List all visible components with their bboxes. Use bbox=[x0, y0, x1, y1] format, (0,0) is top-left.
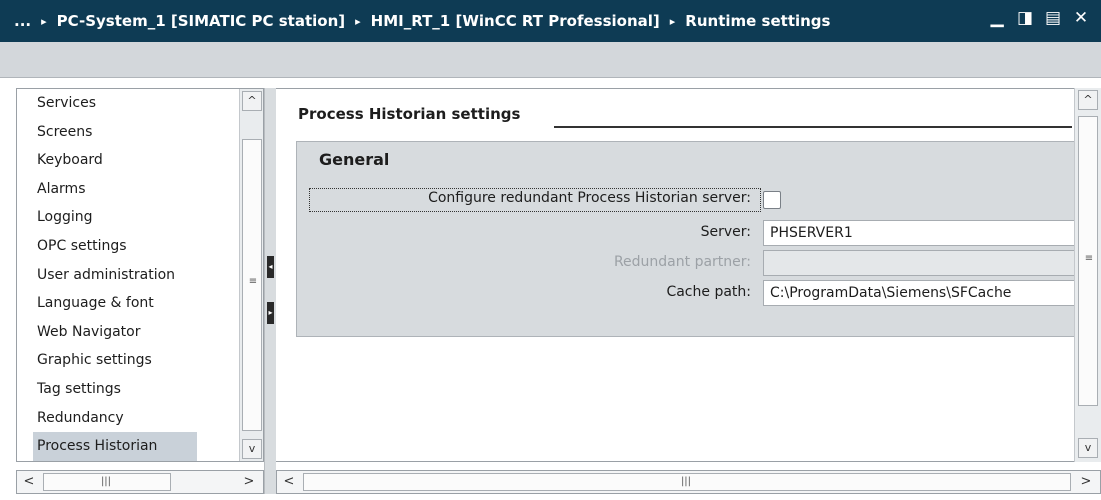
scroll-down-icon[interactable]: v bbox=[1078, 438, 1098, 458]
nav-item-alarms[interactable]: Alarms bbox=[17, 175, 239, 204]
server-field[interactable]: PHSERVER1 bbox=[763, 220, 1075, 246]
collapse-left-icon[interactable]: ◂ bbox=[267, 256, 274, 278]
grip-icon: ≡ bbox=[248, 276, 258, 287]
grip-icon: ||| bbox=[100, 476, 112, 487]
scroll-thumb[interactable]: ≡ bbox=[242, 139, 262, 431]
nav-item-graphic-settings[interactable]: Graphic settings bbox=[17, 346, 239, 375]
minimize-icon[interactable]: ▁ bbox=[987, 8, 1007, 28]
nav-item-process-historian[interactable]: Process Historian bbox=[33, 432, 197, 461]
window-controls: ▁ ◨ ▤ ✕ bbox=[987, 8, 1091, 28]
title-bar: ... ▸ PC-System_1 [SIMATIC PC station] ▸… bbox=[0, 0, 1101, 42]
nav-item-redundancy[interactable]: Redundancy bbox=[17, 404, 239, 433]
scroll-down-icon[interactable]: v bbox=[242, 439, 262, 459]
server-label: Server: bbox=[700, 224, 751, 240]
cache-path-label: Cache path: bbox=[666, 284, 751, 300]
breadcrumb-separator-icon: ▸ bbox=[41, 14, 47, 28]
grip-icon: ≡ bbox=[1084, 253, 1094, 264]
nav-item-services[interactable]: Services bbox=[17, 89, 239, 118]
scroll-left-icon[interactable]: < bbox=[19, 473, 39, 491]
scroll-right-icon[interactable]: > bbox=[1076, 473, 1096, 491]
scroll-thumb[interactable]: ||| bbox=[303, 473, 1071, 491]
nav-horizontal-scrollbar[interactable]: < ||| > bbox=[16, 470, 264, 494]
nav-item-user-administration[interactable]: User administration bbox=[17, 261, 239, 290]
scroll-up-icon[interactable]: ^ bbox=[242, 91, 262, 111]
settings-nav-list: Services Screens Keyboard Alarms Logging… bbox=[17, 89, 239, 461]
general-group: General Configure redundant Process Hist… bbox=[296, 141, 1076, 337]
settings-navigation: Services Screens Keyboard Alarms Logging… bbox=[16, 88, 264, 462]
content-vertical-scrollbar[interactable]: ^ ≡ v bbox=[1074, 88, 1101, 462]
scroll-thumb[interactable]: ≡ bbox=[1078, 116, 1098, 406]
nav-item-web-navigator[interactable]: Web Navigator bbox=[17, 318, 239, 347]
section-title-rule bbox=[554, 126, 1072, 128]
scroll-up-icon[interactable]: ^ bbox=[1078, 90, 1098, 110]
nav-item-logging[interactable]: Logging bbox=[17, 203, 239, 232]
breadcrumb-prefix[interactable]: ... bbox=[14, 12, 31, 30]
breadcrumb-separator-icon: ▸ bbox=[669, 14, 676, 28]
nav-item-opc-settings[interactable]: OPC settings bbox=[17, 232, 239, 261]
redundant-partner-label: Redundant partner: bbox=[613, 254, 751, 270]
close-icon[interactable]: ✕ bbox=[1071, 8, 1091, 28]
scroll-thumb[interactable]: ||| bbox=[43, 473, 171, 491]
scroll-right-icon[interactable]: > bbox=[239, 473, 259, 491]
cache-path-field[interactable]: C:\ProgramData\Siemens\SFCache bbox=[763, 280, 1075, 306]
redundant-server-label: Configure redundant Process Historian se… bbox=[428, 190, 751, 206]
expand-right-icon[interactable]: ▸ bbox=[267, 302, 274, 324]
float-window-icon[interactable]: ◨ bbox=[1015, 8, 1035, 28]
group-title: General bbox=[319, 150, 390, 169]
maximize-icon[interactable]: ▤ bbox=[1043, 8, 1063, 28]
grip-icon: ||| bbox=[680, 476, 692, 487]
panel-splitter[interactable]: ◂ ▸ bbox=[264, 88, 276, 494]
nav-item-screens[interactable]: Screens bbox=[17, 118, 239, 147]
nav-item-language-font[interactable]: Language & font bbox=[17, 289, 239, 318]
nav-vertical-scrollbar[interactable]: ^ ≡ v bbox=[239, 89, 263, 461]
section-title: Process Historian settings bbox=[298, 105, 521, 123]
nav-item-tag-settings[interactable]: Tag settings bbox=[17, 375, 239, 404]
content-horizontal-scrollbar[interactable]: < ||| > bbox=[276, 470, 1101, 494]
toolbar bbox=[0, 42, 1101, 78]
breadcrumb-separator-icon: ▸ bbox=[355, 14, 361, 28]
breadcrumb-pc-system[interactable]: PC-System_1 [SIMATIC PC station] bbox=[57, 12, 345, 30]
settings-content: Process Historian settings General Confi… bbox=[276, 88, 1101, 462]
nav-item-keyboard[interactable]: Keyboard bbox=[17, 146, 239, 175]
scroll-left-icon[interactable]: < bbox=[279, 473, 299, 491]
redundant-partner-field bbox=[763, 250, 1075, 276]
breadcrumb-runtime-settings[interactable]: Runtime settings bbox=[685, 12, 830, 30]
breadcrumb-hmi-rt[interactable]: HMI_RT_1 [WinCC RT Professional] bbox=[371, 12, 660, 30]
redundant-server-checkbox[interactable] bbox=[763, 191, 781, 209]
